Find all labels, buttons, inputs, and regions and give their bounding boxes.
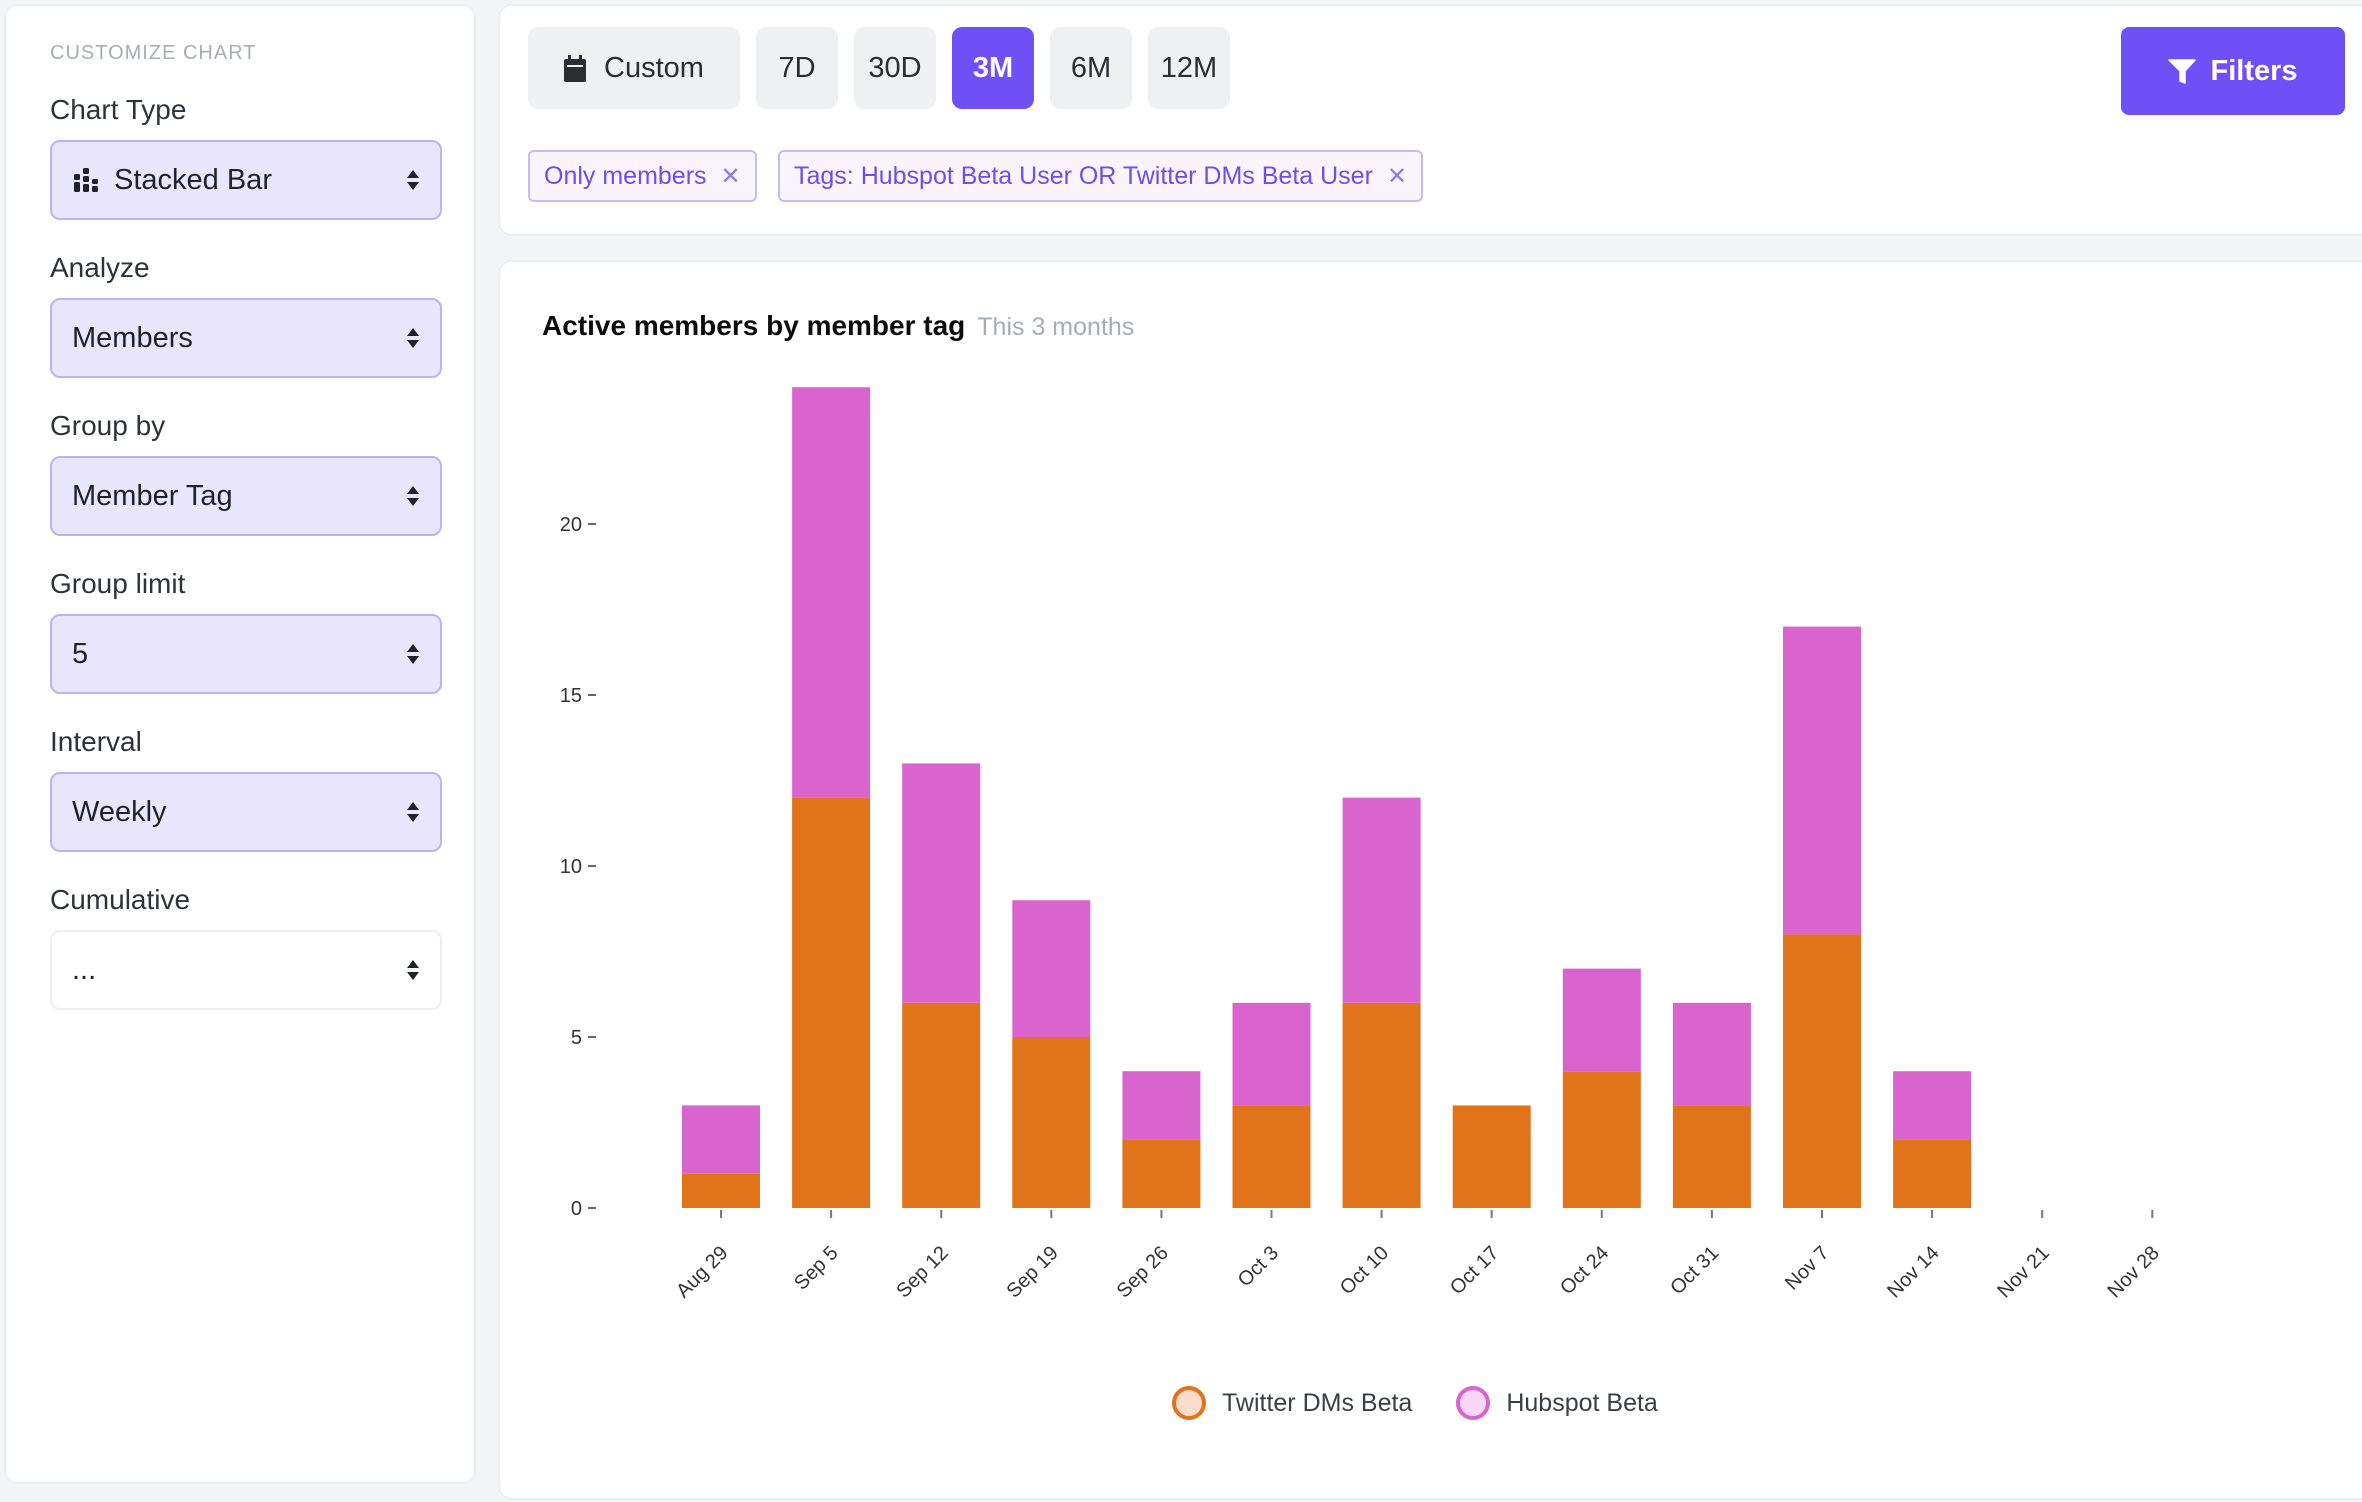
y-tick-label: 10: [560, 856, 582, 878]
bar-segment-twitter[interactable]: [902, 1002, 981, 1208]
bar-segment-twitter[interactable]: [1672, 1105, 1751, 1208]
legend-marker-hubspot: [1456, 1386, 1491, 1420]
bar-segment-twitter[interactable]: [1783, 934, 1861, 1208]
legend-item-twitter[interactable]: Twitter DMs Beta: [1172, 1386, 1412, 1420]
range-7d-button[interactable]: 7D: [756, 27, 838, 109]
bar-segment-hubspot[interactable]: [792, 387, 871, 798]
filters-label: Filters: [2210, 54, 2298, 87]
filter-chip-only-members[interactable]: Only members ✕: [528, 150, 757, 202]
chip-label: Only members: [544, 161, 707, 190]
select-arrows-icon: [406, 485, 420, 507]
bar-segment-twitter[interactable]: [682, 1173, 760, 1208]
legend-item-hubspot[interactable]: Hubspot Beta: [1456, 1386, 1658, 1420]
cumulative-value: ...: [72, 953, 97, 986]
group-limit-label: Group limit: [50, 568, 186, 599]
x-tick-label: Sep 12: [892, 1242, 952, 1302]
y-tick-label: 15: [560, 685, 582, 707]
x-tick-label: Nov 7: [1781, 1242, 1834, 1295]
chart-legend: Twitter DMs Beta Hubspot Beta: [1172, 1386, 1702, 1420]
bar-segment-hubspot[interactable]: [1783, 626, 1861, 935]
bar-segment-twitter[interactable]: [1452, 1105, 1531, 1208]
group-by-select[interactable]: Member Tag: [50, 456, 442, 536]
bar-segment-hubspot[interactable]: [1012, 900, 1091, 1037]
cumulative-label: Cumulative: [50, 884, 191, 915]
chart-type-select[interactable]: Stacked Bar: [50, 140, 442, 220]
range-custom-label: Custom: [604, 51, 704, 84]
x-tick-label: Sep 19: [1002, 1242, 1062, 1302]
group-by-value: Member Tag: [72, 479, 233, 512]
x-tick-label: Sep 5: [790, 1242, 843, 1295]
bar-segment-twitter[interactable]: [1012, 1037, 1091, 1208]
date-filter-bar: Custom 7D 30D 3M 6M 12M Filters Only mem…: [498, 4, 2362, 236]
interval-value: Weekly: [72, 795, 167, 828]
group-by-label: Group by: [50, 410, 166, 441]
remove-chip-icon[interactable]: ✕: [1387, 162, 1407, 191]
bar-segment-hubspot[interactable]: [1122, 1071, 1201, 1140]
select-arrows-icon: [406, 643, 420, 665]
x-tick-label: Nov 21: [1993, 1242, 2053, 1302]
interval-label: Interval: [50, 726, 142, 757]
bar-segment-twitter[interactable]: [1562, 1071, 1641, 1208]
select-arrows-icon: [406, 327, 420, 349]
x-tick-label: Nov 14: [1883, 1242, 1943, 1302]
range-6m-button[interactable]: 6M: [1050, 27, 1132, 109]
y-tick-label: 0: [571, 1198, 582, 1220]
bar-segment-hubspot[interactable]: [1893, 1071, 1972, 1140]
bar-segment-twitter[interactable]: [792, 797, 871, 1208]
bar-segment-hubspot[interactable]: [1672, 1002, 1751, 1106]
x-tick-label: Oct 3: [1234, 1242, 1283, 1291]
y-tick-label: 5: [571, 1027, 582, 1049]
analyze-label: Analyze: [50, 252, 150, 283]
range-12m-button[interactable]: 12M: [1148, 27, 1230, 109]
cumulative-select[interactable]: ...: [50, 930, 442, 1010]
x-tick-label: Nov 28: [2103, 1242, 2163, 1302]
select-arrows-icon: [406, 959, 420, 981]
filters-button[interactable]: Filters: [2121, 27, 2345, 115]
chart-card: Active members by member tag This 3 month…: [498, 260, 2362, 1500]
chart-type-value: Stacked Bar: [114, 163, 272, 196]
range-3m-button[interactable]: 3M: [952, 27, 1034, 109]
analyze-value: Members: [72, 321, 193, 354]
analyze-select[interactable]: Members: [50, 298, 442, 378]
x-tick-label: Sep 26: [1113, 1242, 1173, 1302]
x-tick-label: Aug 29: [672, 1242, 732, 1302]
legend-label: Twitter DMs Beta: [1222, 1388, 1413, 1417]
legend-marker-twitter: [1172, 1386, 1206, 1420]
x-tick-label: Oct 31: [1666, 1242, 1723, 1299]
interval-select[interactable]: Weekly: [50, 772, 442, 852]
chip-label: Tags: Hubspot Beta User OR Twitter DMs B…: [794, 161, 1373, 190]
bar-segment-hubspot[interactable]: [1562, 968, 1641, 1072]
bar-segment-twitter[interactable]: [1342, 1002, 1421, 1208]
filter-funnel-icon: [2168, 59, 2197, 84]
bar-segment-hubspot[interactable]: [1232, 1002, 1311, 1106]
group-limit-select[interactable]: 5: [50, 614, 442, 694]
select-arrows-icon: [406, 801, 420, 823]
bar-segment-twitter[interactable]: [1122, 1139, 1201, 1208]
filter-chip-tags[interactable]: Tags: Hubspot Beta User OR Twitter DMs B…: [778, 150, 1424, 202]
bar-segment-hubspot[interactable]: [902, 763, 981, 1003]
chart-type-label: Chart Type: [50, 94, 187, 125]
y-tick-label: 20: [560, 514, 582, 536]
stacked-bar-chart: 0 5 10 15 20 Aug 29 Sep 5 Sep 12 Sep 19 Sep 26 Oct…: [560, 387, 2164, 1302]
range-custom-button[interactable]: Custom: [528, 27, 740, 109]
calendar-icon: [564, 54, 587, 82]
bar-segment-twitter[interactable]: [1893, 1139, 1972, 1208]
x-tick-label: Oct 10: [1336, 1242, 1393, 1299]
x-tick-label: Oct 24: [1556, 1242, 1613, 1299]
x-tick-label: Oct 17: [1446, 1242, 1503, 1299]
remove-chip-icon[interactable]: ✕: [721, 162, 741, 191]
bar-segment-hubspot[interactable]: [682, 1105, 760, 1174]
select-arrows-icon: [406, 169, 420, 191]
legend-label: Hubspot Beta: [1506, 1388, 1658, 1417]
range-30d-button[interactable]: 30D: [854, 27, 936, 109]
panel-heading: Customize chart: [50, 42, 257, 64]
customize-chart-panel: Customize chart Chart Type Stacked Bar A…: [4, 4, 476, 1484]
bar-segment-hubspot[interactable]: [1342, 797, 1421, 1003]
group-limit-value: 5: [72, 637, 89, 670]
bar-segment-twitter[interactable]: [1232, 1105, 1311, 1208]
stacked-bar-icon: [74, 168, 98, 192]
